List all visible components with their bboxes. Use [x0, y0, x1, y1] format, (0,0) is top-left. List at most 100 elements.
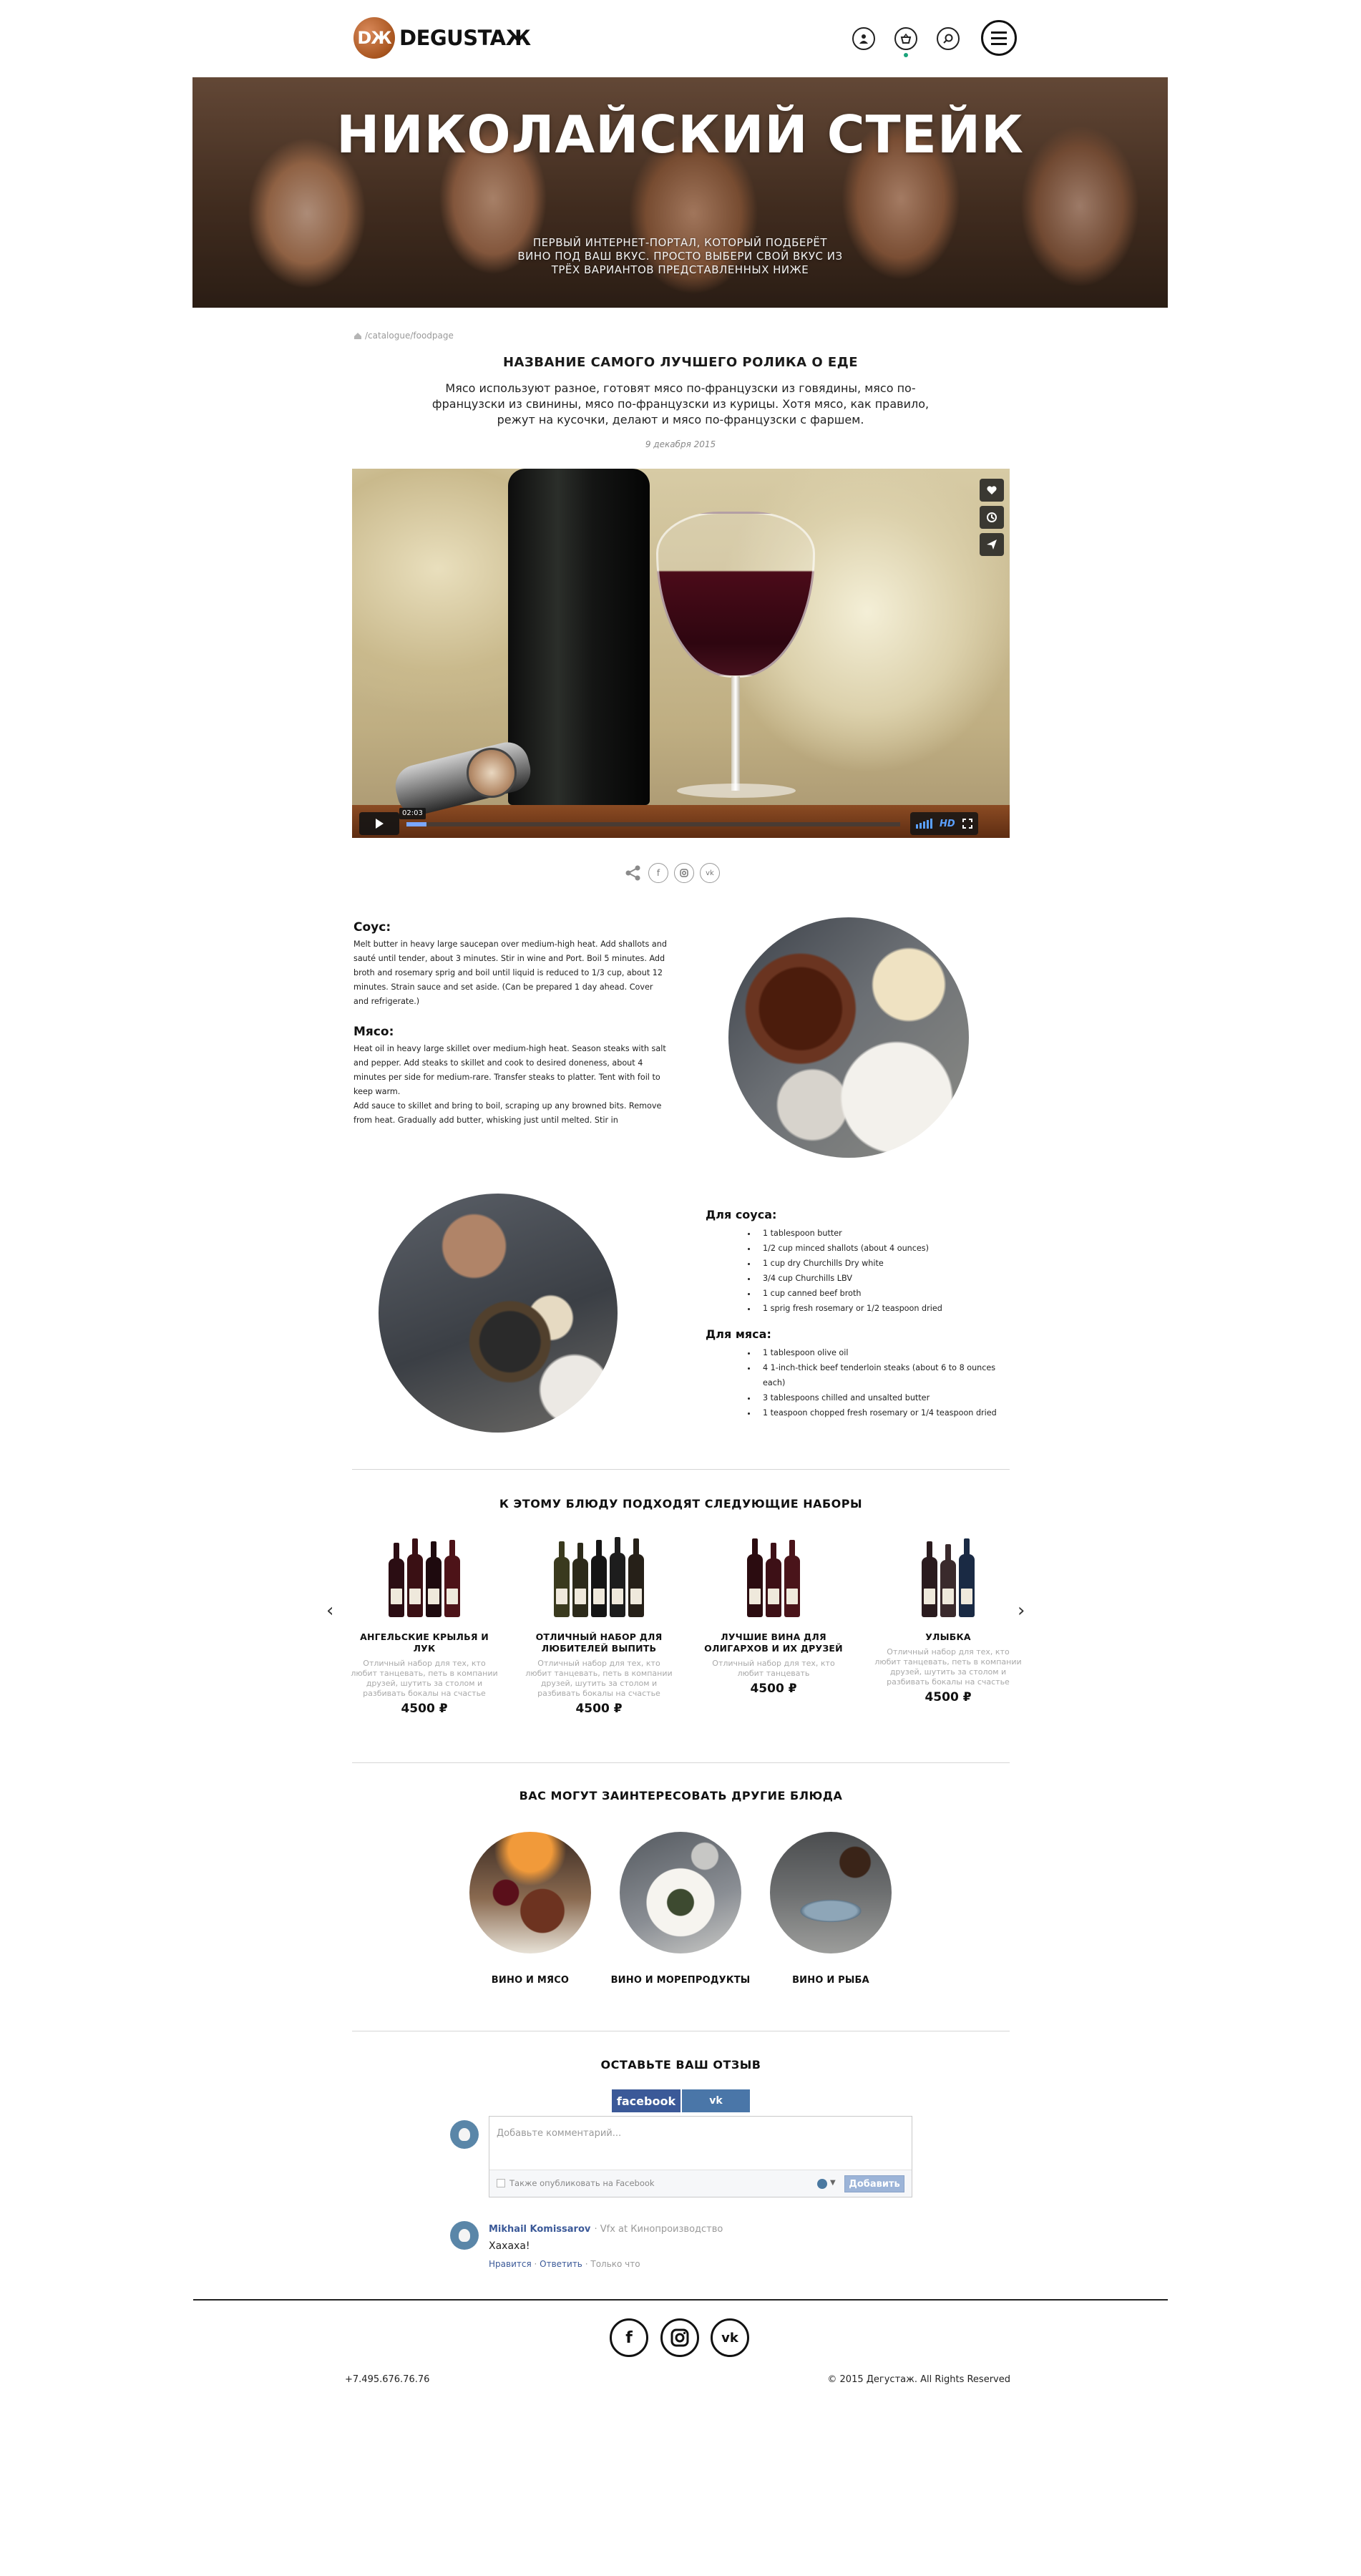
seafood-dish-image[interactable]: [620, 1832, 741, 1953]
menu-icon[interactable]: [981, 20, 1017, 56]
tab-facebook[interactable]: facebook: [612, 2089, 680, 2112]
privacy-globe-icon[interactable]: [817, 2179, 827, 2189]
comments-title: ОСТАВЬТЕ ВАШ ОТЗЫВ: [600, 2058, 761, 2072]
also-post-label: Также опубликовать на Facebook: [509, 2178, 655, 2188]
set-description: Отличный набор для тех, кто любит танцев…: [712, 1659, 835, 1678]
share-send-icon[interactable]: [980, 533, 1004, 556]
video-player[interactable]: 02:03 HD: [352, 469, 1010, 838]
ingredients: Для соуса: 1 tablespoon butter 1/2 cup m…: [706, 1208, 1013, 1420]
article-title: НАЗВАНИЕ САМОГО ЛУЧШЕГО РОЛИКА О ЕДЕ: [502, 355, 859, 370]
sauce-ingredients-list: 1 tablespoon butter 1/2 cup minced shall…: [706, 1226, 1013, 1316]
hero-banner: НИКОЛАЙСКИЙ СТЕЙК ПЕРВЫЙ ИНТЕРНЕТ-ПОРТАЛ…: [192, 77, 1168, 308]
like-link[interactable]: Нравится: [489, 2259, 532, 2269]
dish-label[interactable]: ВИНО И МОРЕПРОДУКТЫ: [609, 1975, 752, 1986]
hero-subtitle: ПЕРВЫЙ ИНТЕРНЕТ-ПОРТАЛ, КОТОРЫЙ ПОДБЕРЁТ…: [517, 236, 843, 276]
dish-label[interactable]: ВИНО И МЯСО: [459, 1975, 602, 1986]
breadcrumb[interactable]: /catalogue/foodpage: [353, 331, 454, 341]
footer-copyright: © 2015 Дегустаж. All Rights Reserved: [827, 2374, 1010, 2385]
also-post-checkbox[interactable]: [497, 2179, 505, 2187]
meat-heading: Мясо:: [353, 1025, 394, 1039]
share-icon[interactable]: [624, 864, 643, 882]
avatar[interactable]: [450, 2221, 479, 2250]
cart-indicator: [904, 53, 908, 57]
instagram-icon[interactable]: [660, 2318, 699, 2357]
set-price: 4500 ₽: [401, 1702, 448, 1716]
tab-vk[interactable]: vk: [682, 2089, 750, 2112]
comment-text: Хахаха!: [489, 2240, 530, 2252]
video-frame-cork: [467, 748, 517, 798]
search-icon[interactable]: [937, 27, 960, 50]
article-lead: Мясо используют разное, готовят мясо по-…: [431, 381, 930, 426]
wine-bottles-image: [525, 1537, 673, 1617]
dish-card[interactable]: ВИНО И РЫБА: [759, 1832, 902, 1986]
facebook-share-icon[interactable]: f: [648, 863, 668, 883]
video-progress-track[interactable]: [406, 822, 900, 826]
dish-card[interactable]: ВИНО И МЯСО: [459, 1832, 602, 1986]
set-name[interactable]: УЛЫБКА: [874, 1631, 1023, 1643]
user-icon[interactable]: [852, 27, 875, 50]
set-price: 4500 ₽: [925, 1690, 972, 1704]
comment-entry: Mikhail Komissarov · Vfx at Кинопроизвод…: [489, 2221, 889, 2269]
fullscreen-icon[interactable]: [962, 819, 972, 829]
set-price: 4500 ₽: [750, 1682, 797, 1696]
list-item: 1 cup dry Churchills Dry white: [757, 1256, 1013, 1271]
video-frame-bottle: [508, 469, 650, 805]
footer-phone[interactable]: +7.495.676.76.76: [345, 2374, 429, 2385]
instagram-share-icon[interactable]: [674, 863, 694, 883]
wine-bottles-image: [350, 1537, 499, 1617]
wine-bottles-image: [874, 1537, 1023, 1617]
vk-share-icon[interactable]: vk: [700, 863, 720, 883]
facebook-icon[interactable]: f: [610, 2318, 648, 2357]
set-description: Отличный набор для тех, кто любит танцев…: [874, 1647, 1022, 1687]
dish-card[interactable]: ВИНО И МОРЕПРОДУКТЫ: [609, 1832, 752, 1986]
comment-time: Только что: [590, 2259, 640, 2269]
wine-set-card[interactable]: ЛУЧШИЕ ВИНА ДЛЯ ОЛИГАРХОВ И ИХ ДРУЗЕЙ От…: [699, 1537, 848, 1696]
like-icon[interactable]: [980, 479, 1004, 502]
vk-icon[interactable]: vk: [711, 2318, 749, 2357]
video-frame-glass: [656, 512, 815, 678]
comment-actions: Нравится · Ответить · Только что: [489, 2259, 640, 2269]
list-item: 1 cup canned beef broth: [757, 1286, 1013, 1301]
video-time: 02:03: [399, 808, 426, 819]
sets-title: К ЭТОМУ БЛЮДУ ПОДХОДЯТ СЛЕДУЮЩИЕ НАБОРЫ: [499, 1497, 863, 1511]
logo-badge[interactable]: DЖ: [353, 17, 395, 59]
play-icon[interactable]: [359, 812, 399, 835]
basket-icon[interactable]: [894, 27, 917, 50]
sauce-dish-image: [728, 917, 969, 1158]
breadcrumb-path[interactable]: /catalogue/foodpage: [365, 331, 454, 341]
hd-toggle[interactable]: HD: [940, 819, 955, 829]
fish-dish-image[interactable]: [770, 1832, 892, 1953]
set-description: Отличный набор для тех, кто любит танцев…: [351, 1659, 498, 1698]
wine-set-card[interactable]: АНГЕЛЬСКИЕ КРЫЛЬЯ И ЛУК Отличный набор д…: [350, 1537, 499, 1716]
set-name[interactable]: АНГЕЛЬСКИЕ КРЫЛЬЯ И ЛУК: [350, 1631, 499, 1654]
logo-text[interactable]: DEGUSTAЖ: [399, 26, 531, 50]
set-price: 4500 ₽: [575, 1702, 623, 1716]
divider: [352, 1762, 1010, 1763]
comment-author[interactable]: Mikhail Komissarov: [489, 2224, 590, 2235]
set-description: Отличный набор для тех, кто любит танцев…: [525, 1659, 673, 1698]
meat-dish-image[interactable]: [469, 1832, 591, 1953]
volume-icon[interactable]: [916, 819, 932, 829]
sauce-text: Melt butter in heavy large saucepan over…: [353, 940, 667, 1006]
cooking-image: [379, 1194, 618, 1433]
wine-set-card[interactable]: ОТЛИЧНЫЙ НАБОР ДЛЯ ЛЮБИТЕЛЕЙ ВЫПИТЬ Отли…: [525, 1537, 673, 1716]
submit-comment-button[interactable]: Добавить: [844, 2175, 904, 2192]
list-item: 1/2 cup minced shallots (about 4 ounces): [757, 1241, 1013, 1256]
reply-link[interactable]: Ответить: [540, 2259, 582, 2269]
meat-ingredients-heading: Для мяса:: [706, 1327, 771, 1341]
comment-input[interactable]: Добавьте комментарий...: [497, 2128, 621, 2139]
comment-form: Добавьте комментарий... Также опубликова…: [489, 2116, 912, 2197]
video-controls: 02:03 HD: [352, 806, 1010, 838]
video-progress-fill: [406, 822, 426, 826]
carousel-prev-arrow[interactable]: ‹: [326, 1600, 333, 1621]
set-name[interactable]: ОТЛИЧНЫЙ НАБОР ДЛЯ ЛЮБИТЕЛЕЙ ВЫПИТЬ: [525, 1631, 673, 1654]
dish-label[interactable]: ВИНО И РЫБА: [759, 1975, 902, 1986]
watch-later-icon[interactable]: [980, 506, 1004, 529]
list-item: 1 tablespoon butter: [757, 1226, 1013, 1241]
wine-set-card[interactable]: УЛЫБКА Отличный набор для тех, кто любит…: [874, 1537, 1023, 1704]
chevron-down-icon[interactable]: ▼: [830, 2179, 836, 2187]
set-name[interactable]: ЛУЧШИЕ ВИНА ДЛЯ ОЛИГАРХОВ И ИХ ДРУЗЕЙ: [699, 1631, 848, 1654]
list-item: 1 sprig fresh rosemary or 1/2 teaspoon d…: [757, 1301, 1013, 1316]
comment-author-meta: · Vfx at Кинопроизводство: [594, 2224, 723, 2235]
hero-title: НИКОЛАЙСКИЙ СТЕЙК: [336, 104, 1024, 165]
